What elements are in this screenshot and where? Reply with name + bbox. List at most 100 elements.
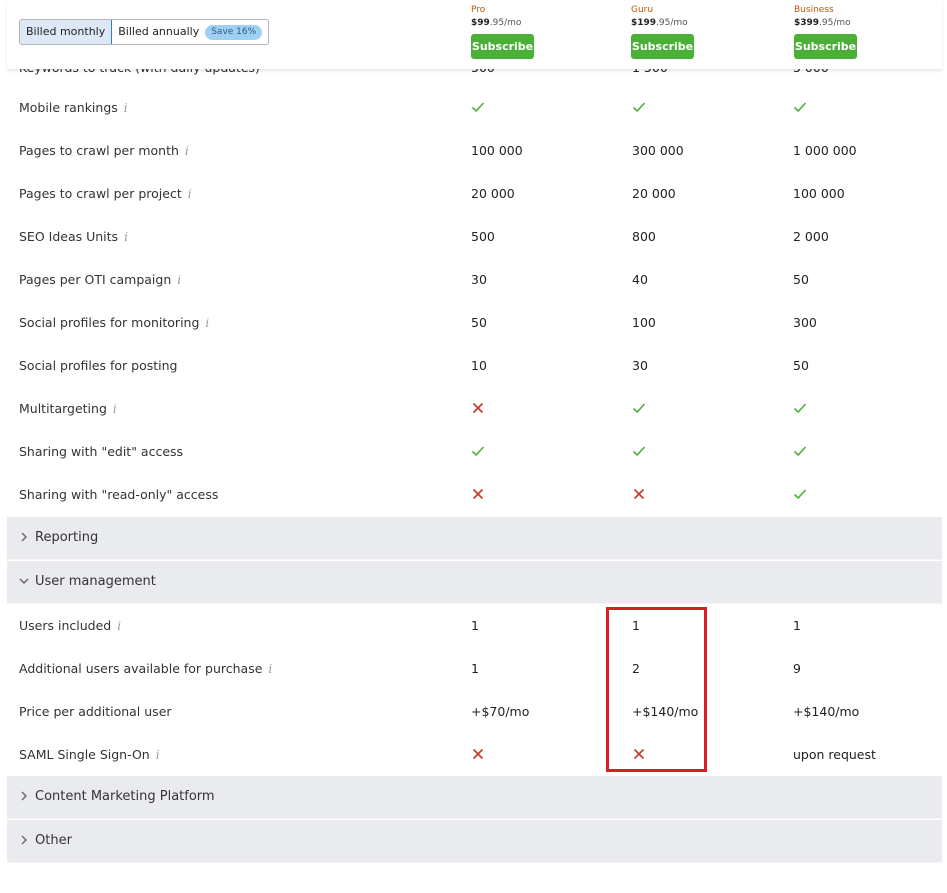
business-value xyxy=(793,473,807,516)
pro-value: 20 000 xyxy=(471,186,515,201)
table-row: Social profiles for monitoring i 50 100 300 xyxy=(7,301,942,344)
plan-price: $99.95/mo xyxy=(471,16,534,30)
business-value: 1 xyxy=(793,618,801,633)
guru-value: 300 000 xyxy=(632,143,684,158)
info-icon[interactable]: i xyxy=(124,87,128,130)
info-icon[interactable]: i xyxy=(188,173,192,216)
billing-annually-option[interactable]: Billed annually Save 16% xyxy=(112,20,268,44)
plan-guru: Guru $199.95/mo Subscribe xyxy=(631,4,694,59)
business-value: 2 000 xyxy=(793,229,829,244)
billing-monthly-label: Billed monthly xyxy=(26,25,106,38)
price-cents: .95/mo xyxy=(656,18,688,28)
guru-value xyxy=(632,430,646,473)
pro-value xyxy=(471,733,485,776)
info-icon[interactable]: i xyxy=(177,259,181,302)
table-row: Pages to crawl per project i 20 000 20 000 1… xyxy=(7,172,942,215)
info-icon[interactable]: i xyxy=(117,605,121,648)
info-icon[interactable]: i xyxy=(156,734,160,777)
guru-value: 40 xyxy=(632,272,648,287)
info-icon[interactable]: i xyxy=(185,130,189,173)
business-value: 50 xyxy=(793,272,809,287)
pro-value xyxy=(471,430,485,473)
cross-icon xyxy=(633,748,645,760)
save-badge: Save 16% xyxy=(205,24,263,40)
table-row: Sharing with "edit" access xyxy=(7,430,942,473)
check-icon xyxy=(793,446,807,457)
pro-value: 50 xyxy=(471,315,487,330)
feature-label-text: Social profiles for monitoring xyxy=(19,315,200,330)
subscribe-business-button[interactable]: Subscribe xyxy=(794,34,857,59)
price-cents: .95/mo xyxy=(489,18,522,28)
guru-value: +$140/mo xyxy=(632,704,699,719)
feature-label-text: Price per additional user xyxy=(19,704,172,719)
pro-value: 1 xyxy=(471,661,479,676)
guru-value xyxy=(632,733,646,776)
sticky-plan-header: Billed monthly Billed annually Save 16% … xyxy=(7,0,942,69)
section-reporting[interactable]: Reporting xyxy=(7,517,942,560)
feature-label: Mobile rankings i xyxy=(19,86,128,130)
plan-name: Pro xyxy=(471,5,486,15)
pro-value: 100 000 xyxy=(471,143,523,158)
feature-label: Users included i xyxy=(19,604,121,648)
business-value: 300 xyxy=(793,315,817,330)
price-main: $99 xyxy=(471,18,490,28)
section-label: Reporting xyxy=(35,530,99,545)
pro-value: 1 xyxy=(471,618,479,633)
business-value: 1 000 000 xyxy=(793,143,857,158)
check-icon xyxy=(793,489,807,500)
subscribe-guru-button[interactable]: Subscribe xyxy=(631,34,694,59)
table-row: Price per additional user +$70/mo +$140/mo… xyxy=(7,690,942,733)
pro-value xyxy=(471,473,485,516)
feature-label-text: Sharing with "edit" access xyxy=(19,444,184,459)
section-label: Content Marketing Platform xyxy=(35,789,215,804)
section-content-marketing[interactable]: Content Marketing Platform xyxy=(7,776,942,819)
business-value: 9 xyxy=(793,661,801,676)
pro-value xyxy=(471,387,485,430)
feature-label: Additional users available for purchase i xyxy=(19,647,272,691)
table-row: SEO Ideas Units i 500 800 2 000 xyxy=(7,215,942,258)
pro-value: +$70/mo xyxy=(471,704,530,719)
chevron-right-icon xyxy=(21,791,27,801)
info-icon[interactable]: i xyxy=(268,648,272,691)
info-icon[interactable]: i xyxy=(124,216,128,259)
feature-label: Multitargeting i xyxy=(19,387,117,431)
pro-value: 500 xyxy=(471,229,495,244)
billing-monthly-option[interactable]: Billed monthly xyxy=(20,20,113,44)
feature-label: Social profiles for posting xyxy=(19,344,178,387)
section-user-management[interactable]: User management xyxy=(7,561,942,604)
check-icon xyxy=(793,403,807,414)
guru-value xyxy=(632,473,646,516)
feature-label-text: Sharing with "read-only" access xyxy=(19,487,219,502)
cross-icon xyxy=(472,748,484,760)
feature-label-text: Users included xyxy=(19,618,112,633)
business-value: +$140/mo xyxy=(793,704,860,719)
pro-value xyxy=(471,86,485,129)
info-icon[interactable]: i xyxy=(113,388,117,431)
plan-price: $199.95/mo xyxy=(631,16,694,30)
business-value: 100 000 xyxy=(793,186,845,201)
check-icon xyxy=(632,102,646,113)
info-icon[interactable]: i xyxy=(205,302,209,345)
table-row: SAML Single Sign-On i upon request xyxy=(7,733,942,776)
guru-value xyxy=(632,86,646,129)
subscribe-pro-button[interactable]: Subscribe xyxy=(471,34,534,59)
business-value: 50 xyxy=(793,358,809,373)
business-value: upon request xyxy=(793,747,876,762)
feature-label: Sharing with "read-only" access xyxy=(19,473,218,516)
billing-toggle: Billed monthly Billed annually Save 16% xyxy=(19,19,270,45)
cross-icon xyxy=(472,402,484,414)
guru-value: 30 xyxy=(632,358,648,373)
feature-label: Pages per OTI campaign i xyxy=(19,258,181,302)
plan-business: Business $399.95/mo Subscribe xyxy=(794,4,857,59)
table-row: Users included i 1 1 1 xyxy=(7,604,942,647)
pro-value: 10 xyxy=(471,358,487,373)
feature-label-text: Additional users available for purchase xyxy=(19,661,263,676)
guru-value: 2 xyxy=(632,661,640,676)
check-icon xyxy=(632,403,646,414)
feature-label-text: SAML Single Sign-On xyxy=(19,747,150,762)
feature-label: SEO Ideas Units i xyxy=(19,215,128,259)
section-other[interactable]: Other xyxy=(7,820,942,863)
section-label: User management xyxy=(35,574,156,589)
feature-label-text: Multitargeting xyxy=(19,401,107,416)
cross-icon xyxy=(633,488,645,500)
